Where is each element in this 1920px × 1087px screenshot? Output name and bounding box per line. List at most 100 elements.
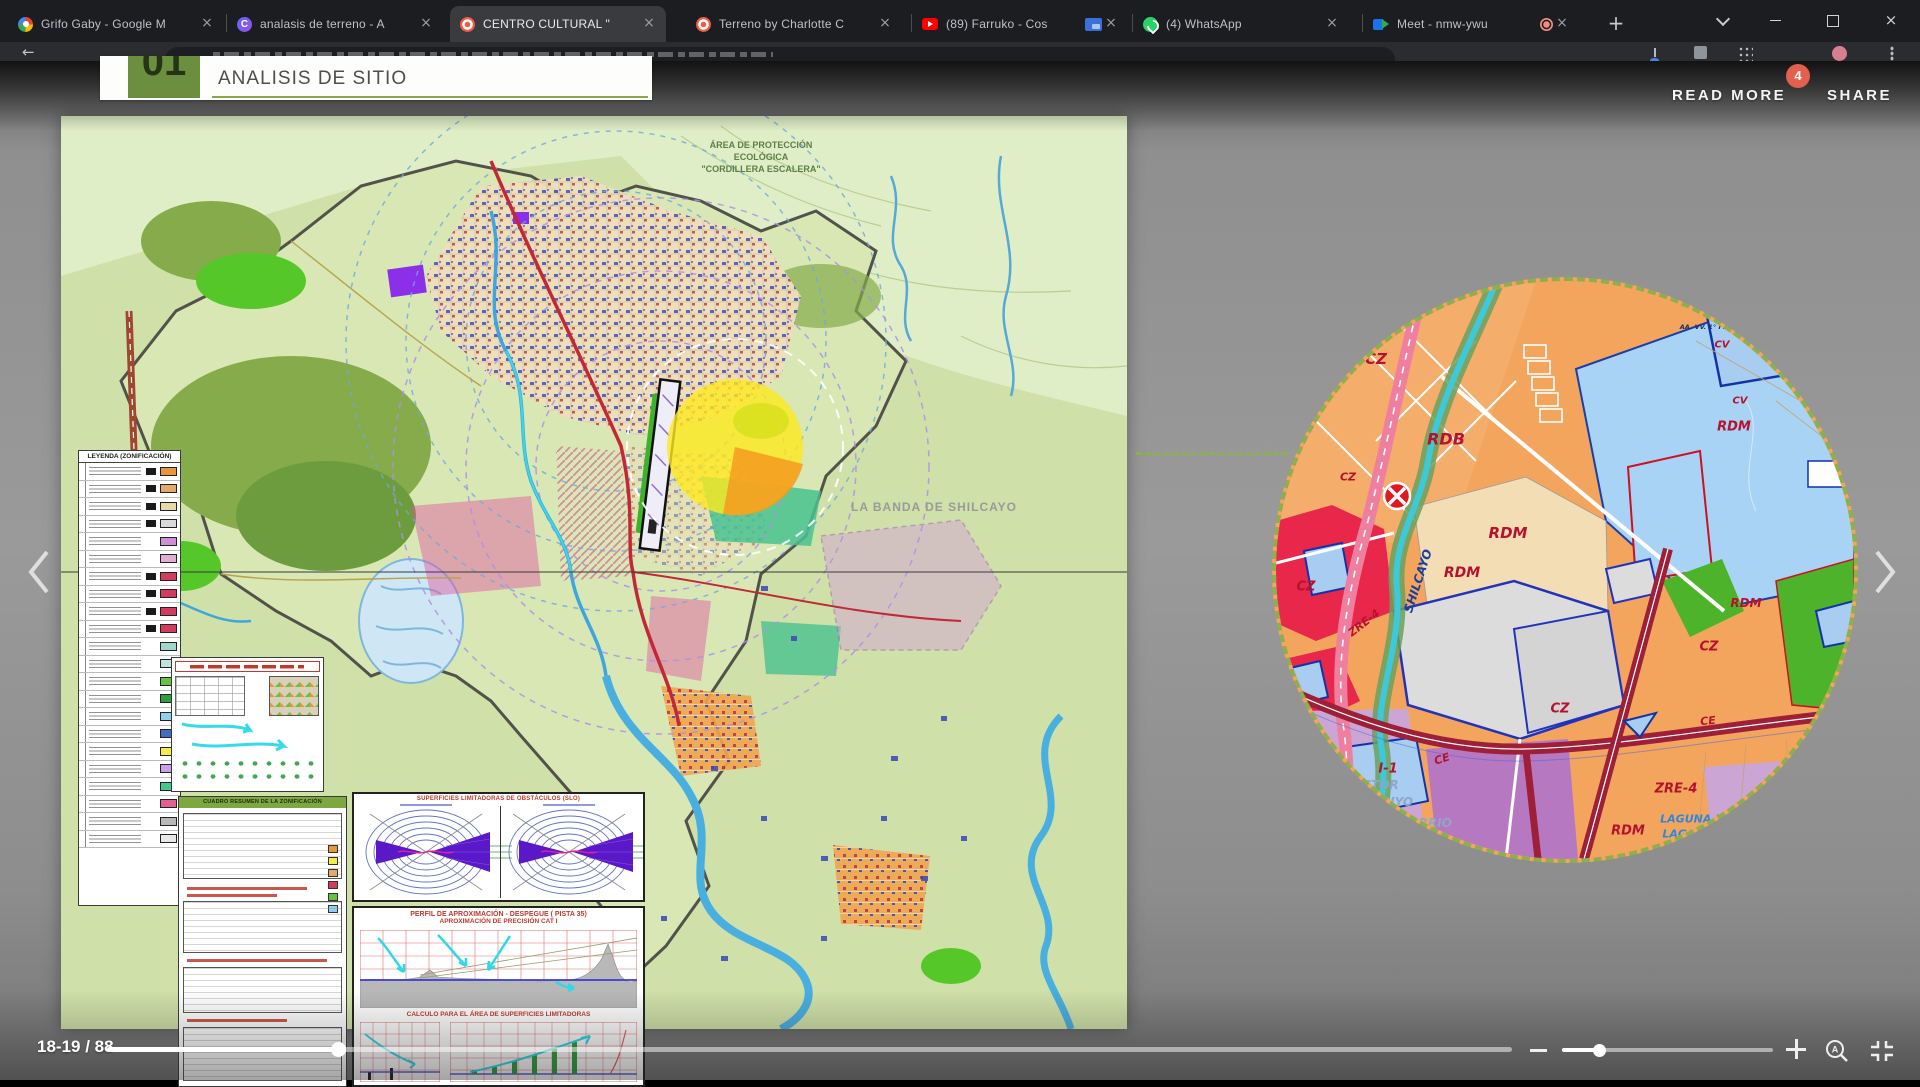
legend-swatch [160,799,177,808]
legend-row [79,726,180,744]
bottom-gradient-scrim [0,990,1920,1080]
browser-menu-icon[interactable] [1890,46,1894,61]
window-maximize-button[interactable] [1810,0,1856,40]
zoom-out-button[interactable] [1530,1049,1547,1052]
browser-tab[interactable]: CENTRO CULTURAL "× [450,6,666,42]
browser-tab[interactable]: (89) Farruko - Cos × [912,6,1128,42]
tab-title: Terreno by Charlotte C [719,17,870,31]
exit-fullscreen-icon[interactable] [1868,1038,1896,1064]
legend-swatch [160,467,177,476]
tab-title: (89) Farruko - Cos [946,17,1075,31]
legend-row [79,831,180,849]
legend-row [79,708,180,726]
zoom-connector-line [1136,452,1288,455]
tab-divider [226,14,227,32]
issuu-favicon [460,17,475,32]
tab-close-button[interactable]: × [1553,15,1571,33]
picture-in-picture-icon [1085,18,1102,31]
zoning-legend: LEYENDA (ZONIFICACIÓN) [78,450,181,906]
tab-close-button[interactable]: × [640,15,658,33]
legend-swatch [160,642,177,651]
flow-diagram-box [171,657,324,792]
window-minimize-button[interactable] [1752,0,1798,40]
summary-table-2 [183,901,342,953]
zone-label: ATUMUYO [1347,795,1413,809]
zone-label: CE [1700,714,1717,729]
flow-diagram-title-bar [175,661,320,672]
tab-close-button[interactable]: × [876,15,894,33]
site-x-marker [1384,483,1410,509]
zone-label: CZ [1297,580,1316,595]
protection-area-label-1: ÁREA DE PROTECCIÓN [710,139,813,150]
legend-swatch [160,572,177,581]
tab-close-button[interactable]: × [1102,15,1120,33]
zone-label: SECTOR [1345,778,1398,792]
tab-close-button[interactable]: × [198,15,216,33]
letter-c-favicon: C [237,17,252,32]
read-more-button[interactable]: READ MORE [1672,87,1786,104]
legend-swatch [160,817,177,826]
legend-swatch [160,589,177,598]
legend-swatch [160,484,177,493]
browser-tab[interactable]: (4) WhatsApp × [1133,6,1349,42]
issuu-favicon [696,17,711,32]
legend-row [79,778,180,796]
new-tab-button[interactable]: + [1602,10,1630,38]
page-scrubber-thumb[interactable] [331,1042,346,1057]
browser-tab[interactable]: Grifo Gaby - Google M × [8,6,224,42]
share-button[interactable]: SHARE [1827,87,1892,104]
download-icon[interactable] [1648,46,1661,59]
zone-label: BARRIO [1400,816,1452,830]
meet-favicon [1373,18,1389,31]
next-page-arrow[interactable] [1872,547,1900,597]
browser-tab-bar: Grifo Gaby - Google M×Canalasis de terre… [0,0,1920,42]
apps-grid-icon[interactable] [1738,46,1753,61]
zoom-in-button[interactable] [1786,1039,1806,1059]
legend-row [79,813,180,831]
legend-swatch [160,537,177,546]
tab-title: (4) WhatsApp [1166,17,1317,31]
page-scrubber[interactable] [107,1047,1512,1052]
tab-title: Meet - nmw-ywu [1397,17,1530,31]
legend-row [79,533,180,551]
zone-label: RDM [1444,565,1480,581]
document-section-header: 01 ANALISIS DE SITIO [100,56,652,100]
legend-title: LEYENDA (ZONIFICACIÓN) [79,451,180,463]
zone-label: CV [1732,396,1747,407]
protection-area-label-3: "CORDILLERA ESCALERA" [701,164,820,174]
title-underline [212,96,648,98]
legend-row [79,603,180,621]
tab-divider [1362,14,1363,32]
page-indicator: 18-19 / 88 [37,1037,114,1057]
legend-row [79,568,180,586]
zone-label: RDM [1489,524,1528,542]
tab-search-chevron-icon[interactable] [1718,14,1728,24]
zoning-detail-inset: CZCZCZCZCZRDBRDMRDMRDMRDMRDMCECEI-1ZRE-4… [1272,277,1858,863]
legend-rows [79,463,180,848]
whatsapp-favicon [1143,17,1158,32]
browser-tab[interactable]: Terreno by Charlotte C × [686,6,902,42]
profile-subtitle: APROXIMACIÓN DE PRECISIÓN CAT I [354,918,643,925]
search-zoom-icon[interactable]: A [1824,1038,1850,1064]
zone-label: LAGARTOCO [1662,828,1737,841]
zoom-slider[interactable] [1562,1048,1773,1052]
browser-tab[interactable]: Canalasis de terreno - A× [227,6,443,42]
legend-swatch [160,834,177,843]
tab-title: Grifo Gaby - Google M [41,17,192,31]
window-close-button[interactable]: × [1868,0,1914,40]
zone-label: ZRE-4 [1655,782,1698,797]
extensions-icon[interactable] [1694,46,1707,59]
back-button[interactable]: ← [22,43,35,61]
previous-page-arrow[interactable] [24,547,52,597]
obstacle-limitation-surfaces-box: SUPERFICIES LIMITADORAS DE OBSTÁCULOS (S… [352,792,645,902]
tab-close-button[interactable]: × [1323,15,1341,33]
legend-row [79,796,180,814]
district-label: LA BANDA DE SHILCAYO [851,500,1017,514]
zoning-detail-map [1276,281,1854,859]
profile-avatar[interactable] [1832,46,1847,61]
zone-label: CZ [1340,471,1356,484]
legend-row [79,498,180,516]
browser-tab[interactable]: Meet - nmw-ywu × [1363,6,1579,42]
zoom-slider-thumb[interactable] [1593,1044,1606,1057]
tab-close-button[interactable]: × [417,15,435,33]
